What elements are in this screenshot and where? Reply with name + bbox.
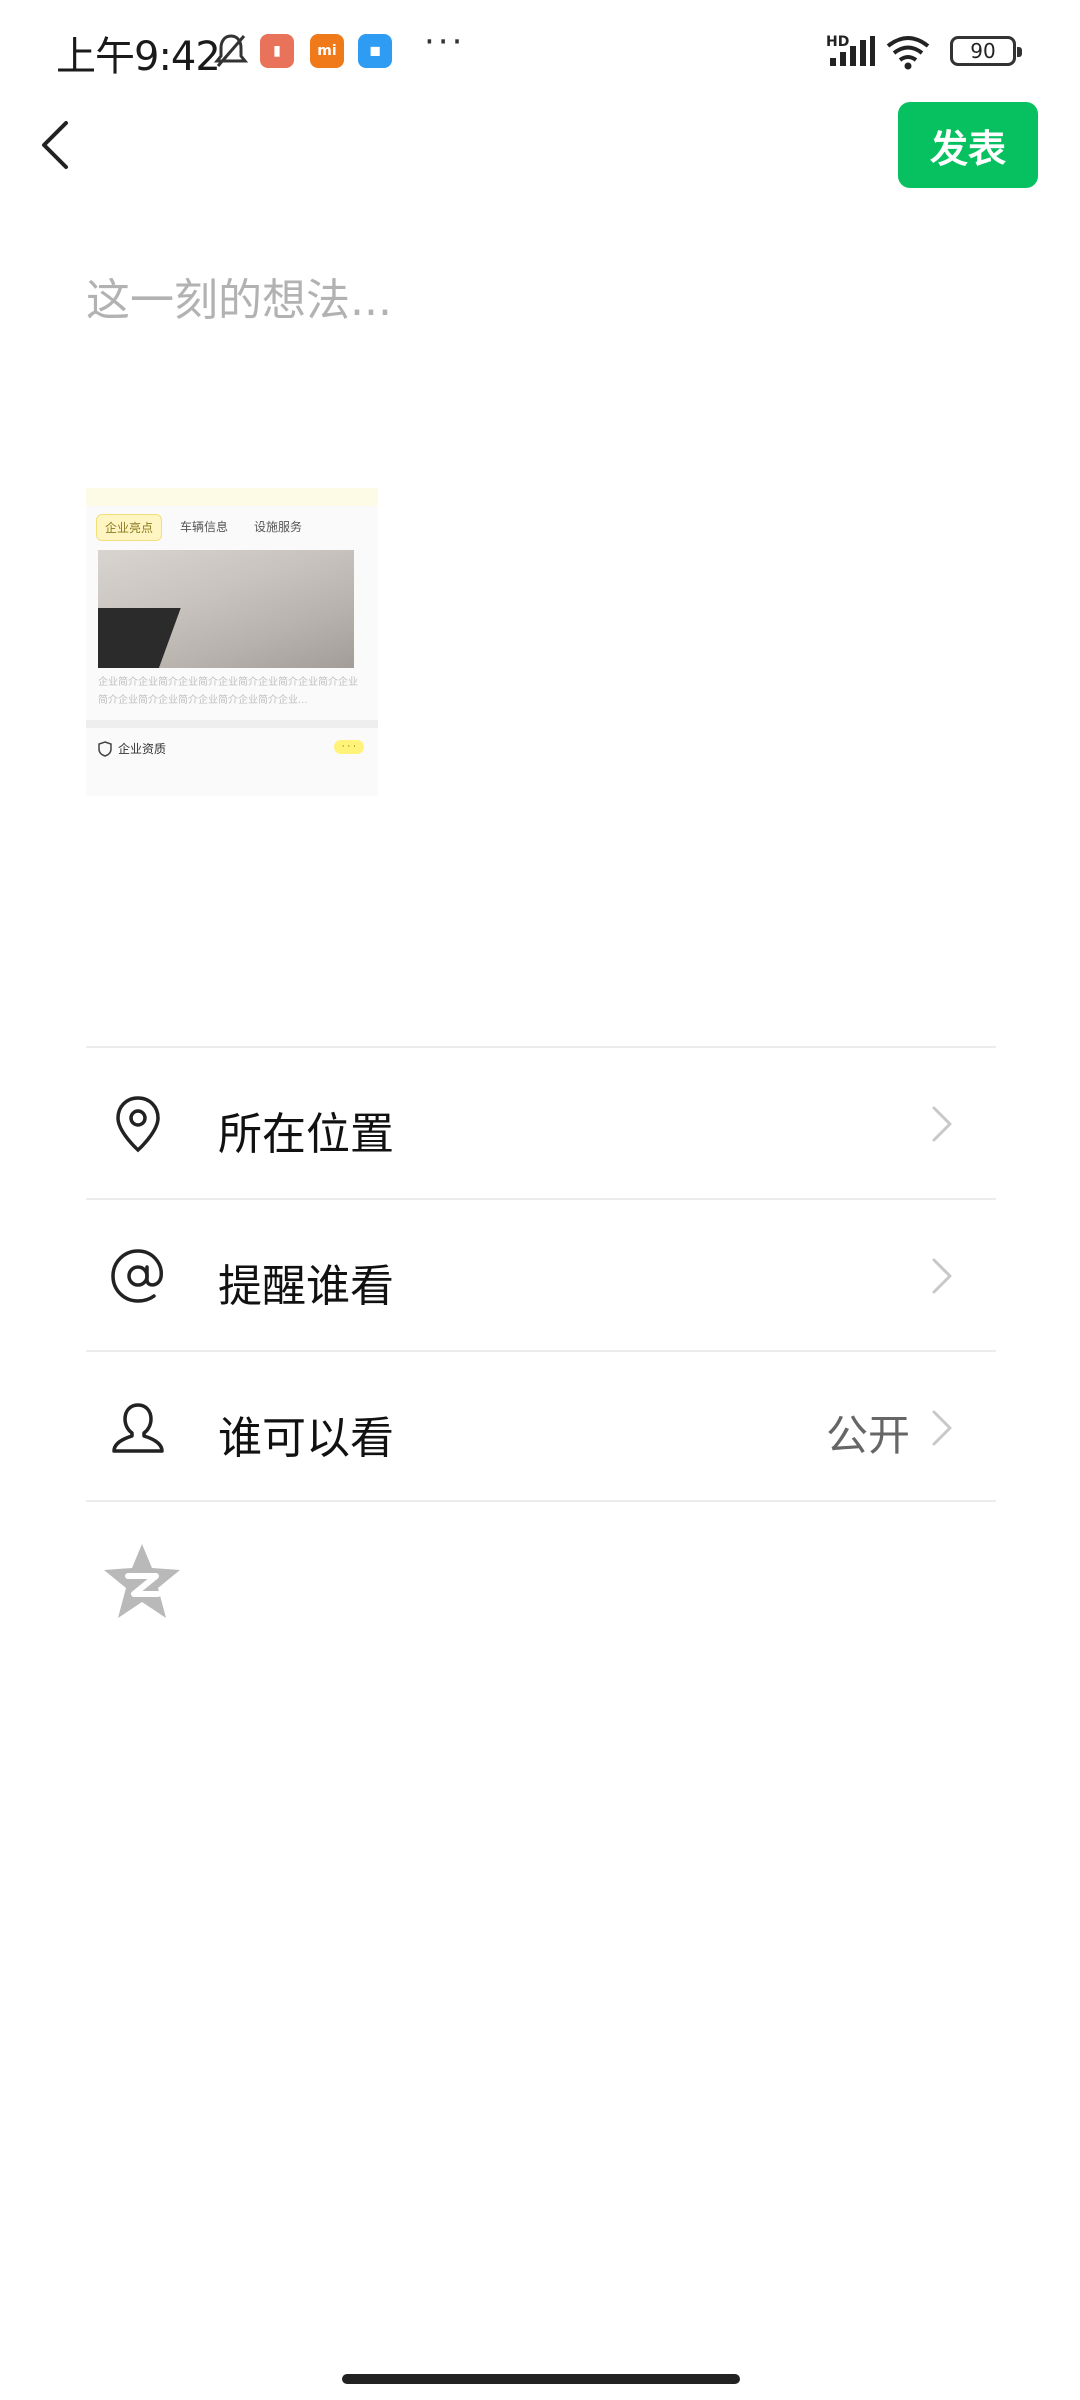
image-badge: · · ·: [333, 740, 364, 754]
image-tag: 企业亮点: [96, 514, 163, 541]
battery-level: 90: [970, 39, 996, 63]
location-icon: [108, 1094, 168, 1154]
message-app-icon: ◼: [358, 34, 392, 68]
mi-app-icon: mi: [310, 34, 344, 68]
option-location[interactable]: 所在位置: [86, 1046, 996, 1198]
qzone-sync-button[interactable]: [100, 1540, 184, 1624]
person-icon: [108, 1398, 168, 1458]
chevron-right-icon: [932, 1106, 952, 1142]
signal-icon: [830, 36, 875, 66]
status-bar: 上午9:42 ▮ mi ◼ ··· HD 90: [0, 0, 1080, 100]
status-time: 上午9:42: [56, 34, 221, 80]
back-button[interactable]: [28, 110, 82, 180]
option-visibility[interactable]: 谁可以看 公开: [86, 1350, 996, 1502]
image-footer-label: 企业资质: [118, 742, 167, 756]
at-icon: [108, 1246, 168, 1306]
chevron-left-icon: [42, 121, 68, 169]
post-text-input[interactable]: [86, 270, 986, 330]
option-label: 谁可以看: [218, 1413, 394, 1464]
option-label: 所在位置: [218, 1109, 394, 1160]
attached-image[interactable]: 企业亮点 车辆信息 设施服务 企业简介企业简介企业简介企业简介企业简介企业简介企…: [86, 488, 378, 796]
visibility-value: 公开: [825, 1411, 910, 1460]
publish-button[interactable]: 发表: [898, 102, 1038, 188]
image-description: 企业简介企业简介企业简介企业简介企业简介企业简介企业简介企业简介企业简介企业简介…: [98, 677, 358, 706]
options-list: 所在位置 提醒谁看 谁可以看 公开: [86, 1046, 996, 1502]
shield-icon: [98, 740, 112, 757]
qzone-star-icon: [104, 1544, 180, 1618]
more-notifications-icon: ···: [424, 22, 466, 62]
image-footer: 企业资质: [98, 740, 166, 757]
image-tag: 车辆信息: [180, 520, 229, 534]
chevron-right-icon: [932, 1410, 952, 1446]
bell-muted-icon: [214, 34, 248, 67]
wifi-icon: [886, 36, 930, 70]
image-photo: [98, 550, 354, 668]
option-mention[interactable]: 提醒谁看: [86, 1198, 996, 1350]
image-header-strip: [86, 488, 378, 506]
home-indicator[interactable]: [342, 2374, 740, 2384]
image-tags: 企业亮点 车辆信息 设施服务: [96, 514, 310, 541]
app-notification-icon: ▮: [260, 34, 294, 68]
image-divider: [86, 720, 378, 728]
image-tag: 设施服务: [254, 520, 303, 534]
option-label: 提醒谁看: [218, 1261, 394, 1312]
battery-indicator: 90: [950, 36, 1022, 66]
chevron-right-icon: [932, 1258, 952, 1294]
